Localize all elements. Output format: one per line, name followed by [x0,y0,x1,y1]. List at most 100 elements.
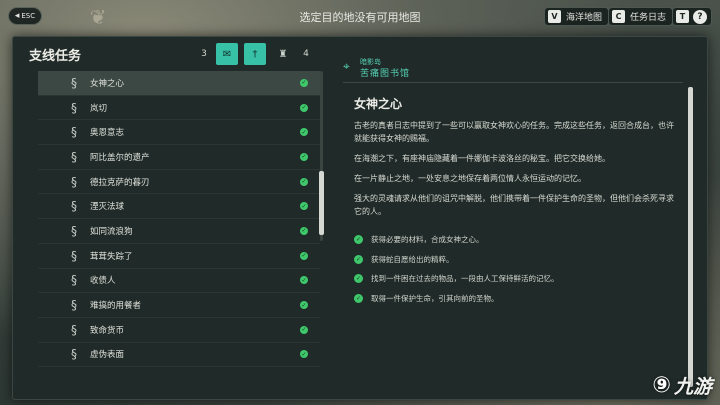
check-icon: ✓ [300,78,308,87]
quest-row[interactable]: § 收债人 ✓ [38,269,320,294]
objective-text: 取得一件保护生命，引其向前的圣物。 [371,293,499,303]
description-paragraph: 强大的灵魂请求从他们的诅咒中解脱，他们携带着一件保护生命的圣物，但他们会杀死寻求… [354,194,674,216]
check-icon: ✓ [300,301,308,310]
quest-name: 难搞的用餐者 [90,301,142,312]
hotkey-t: T [676,10,689,23]
quest-scroll-icon: § [71,100,77,115]
details-scrollbar[interactable] [688,87,693,387]
help-button[interactable]: T ? [672,7,712,26]
check-icon: ✓ [300,350,308,359]
check-icon: ✓ [300,226,308,235]
location-pin-icon: ⌖ [343,59,350,73]
help-icon: ? [693,9,707,24]
quest-name: 岚切 [90,103,108,114]
quest-name: 奥恩意志 [90,128,125,139]
objective-text: 获得蛇自愿给出的精粹。 [371,254,454,264]
check-icon: ✓ [354,235,363,245]
quest-row[interactable]: § 如同流浪狗 ✓ [38,219,320,244]
quest-scroll-icon: § [71,298,77,313]
check-icon: ✓ [300,152,308,161]
quest-name: 收债人 [90,276,116,287]
quest-log-label: 任务日志 [630,13,667,23]
quest-title: 女神之心 [354,97,403,111]
quest-row[interactable]: § 岚切 ✓ [38,96,320,121]
hotkey-c: C [612,10,625,23]
quest-panel: 支线任务 3 ✉ † ♜ 4 § 女神之心 ✓ § 岚切 ✓ § 奥恩意志 ✓ § 阿比盖尔的遗产 ✓… [12,36,708,400]
ocean-map-button[interactable]: V 海洋地图 [544,7,610,26]
check-icon: ✓ [354,293,363,303]
quest-scroll-icon: § [71,174,77,189]
objective-text: 获得必要的材料，合成女神之心。 [371,235,484,245]
check-icon: ✓ [300,325,308,334]
filter-count-right: 4 [303,49,309,59]
esc-button[interactable]: ◂ ESC [8,7,42,25]
location-name: 苦痛图书馆 [360,69,411,79]
details-scroll-thumb[interactable] [688,87,693,387]
hotkey-v: V [548,10,561,23]
quest-scroll-icon: § [71,273,77,288]
quest-scroll-icon: § [71,75,77,90]
quest-row[interactable]: § 女神之心 ✓ [38,71,320,96]
quest-name: 如同流浪狗 [90,226,133,237]
quest-row[interactable]: § 湮灭法球 ✓ [38,194,320,220]
description-paragraph: 在海潮之下，有座神庙隐藏着一件娜伽卡波洛丝的秘宝。把它交换给她。 [354,154,610,163]
objective-list: ✓ 获得必要的材料，合成女神之心。 ✓ 获得蛇自愿给出的精粹。 ✓ 找到一件困在过去的… [354,230,688,308]
site-watermark: ⑨ 九游 [652,372,712,399]
quest-list: § 女神之心 ✓ § 岚切 ✓ § 奥恩意志 ✓ § 阿比盖尔的遗产 ✓ § 德拉克萨的暮刃 ✓ § 湮灭法球 ✓… [38,71,320,389]
quest-scroll-icon: § [71,347,77,362]
quest-row[interactable]: § 奥恩意志 ✓ [38,120,320,146]
quest-name: 虚伪表面 [90,350,125,361]
check-icon: ✓ [300,128,308,137]
panel-title: 支线任务 [29,49,82,64]
objective-item: ✓ 取得一件保护生命，引其向前的圣物。 [354,289,688,309]
top-title: 选定目的地没有可用地图 [299,11,421,24]
quest-name: 阿比盖尔的遗产 [90,152,150,163]
quest-scroll-icon: § [71,199,77,214]
dagger-icon[interactable]: † [244,43,266,65]
objective-item: ✓ 获得必要的材料，合成女神之心。 [354,230,688,250]
check-icon: ✓ [300,202,308,211]
quest-row[interactable]: § 虚伪表面 ✓ [38,343,320,368]
quest-name: 茸茸失踪了 [90,251,133,262]
quest-row[interactable]: § 难搞的用餐者 ✓ [38,293,320,318]
objective-item: ✓ 找到一件困在过去的物品，一段由人工保持鲜活的记忆。 [354,269,688,289]
quest-details: ⌖ 暗影岛 苦痛图书馆 女神之心 古老的真者日志中提到了一些可以赢取女神欢心的任… [343,57,688,387]
quest-name: 致命货币 [90,325,125,336]
top-bar: ◂ ESC ❦ 选定目的地没有可用地图 V 海洋地图 C 任务日志 T ? [0,0,720,32]
check-icon: ✓ [354,274,363,284]
filter-tabs: 3 ✉ † ♜ 4 [198,43,312,65]
check-icon: ✓ [300,251,308,260]
quest-row[interactable]: § 阿比盖尔的遗产 ✓ [38,145,320,170]
objective-item: ✓ 获得蛇自愿给出的精粹。 [354,250,688,270]
check-icon: ✓ [354,254,363,264]
check-icon: ✓ [300,276,308,285]
quest-row[interactable]: § 致命货币 ✓ [38,318,320,343]
list-scroll-thumb[interactable] [319,171,324,235]
objective-text: 找到一件困在过去的物品，一段由人工保持鲜活的记忆。 [371,274,559,284]
quest-scroll-icon: § [71,149,77,164]
esc-label: ESC [21,12,36,20]
quest-row[interactable]: § 德拉克萨的暮刃 ✓ [38,170,320,195]
filter-count-left: 3 [201,49,207,59]
quest-scroll-icon: § [71,248,77,263]
divider [343,82,683,83]
mail-icon[interactable]: ✉ [216,43,238,65]
location-header: ⌖ 暗影岛 苦痛图书馆 [343,57,688,83]
nine-game-logo-icon: ⑨ [652,373,671,398]
back-arrow-icon: ◂ [14,11,20,21]
quest-name: 女神之心 [90,78,125,89]
watermark-text: 九游 [673,376,712,398]
crest-emblem-icon: ❦ [89,5,107,29]
quest-scroll-icon: § [71,322,77,337]
list-scrollbar[interactable] [319,71,324,241]
description-paragraph: 在一片静止之地，一处安息之地保存着两位情人永恒运动的记忆。 [354,174,586,183]
quest-scroll-icon: § [71,223,77,238]
quest-name: 德拉克萨的暮刃 [90,177,150,188]
quest-log-button[interactable]: C 任务日志 [608,7,674,26]
armor-icon[interactable]: ♜ [272,43,294,65]
quest-scroll-icon: § [71,125,77,140]
quest-row[interactable]: § 茸茸失踪了 ✓ [38,244,320,269]
description-paragraph: 古老的真者日志中提到了一些可以赢取女神欢心的任务。完成这些任务，返回合成台，也许… [354,121,674,143]
ocean-map-label: 海洋地图 [566,13,603,23]
check-icon: ✓ [300,103,308,112]
